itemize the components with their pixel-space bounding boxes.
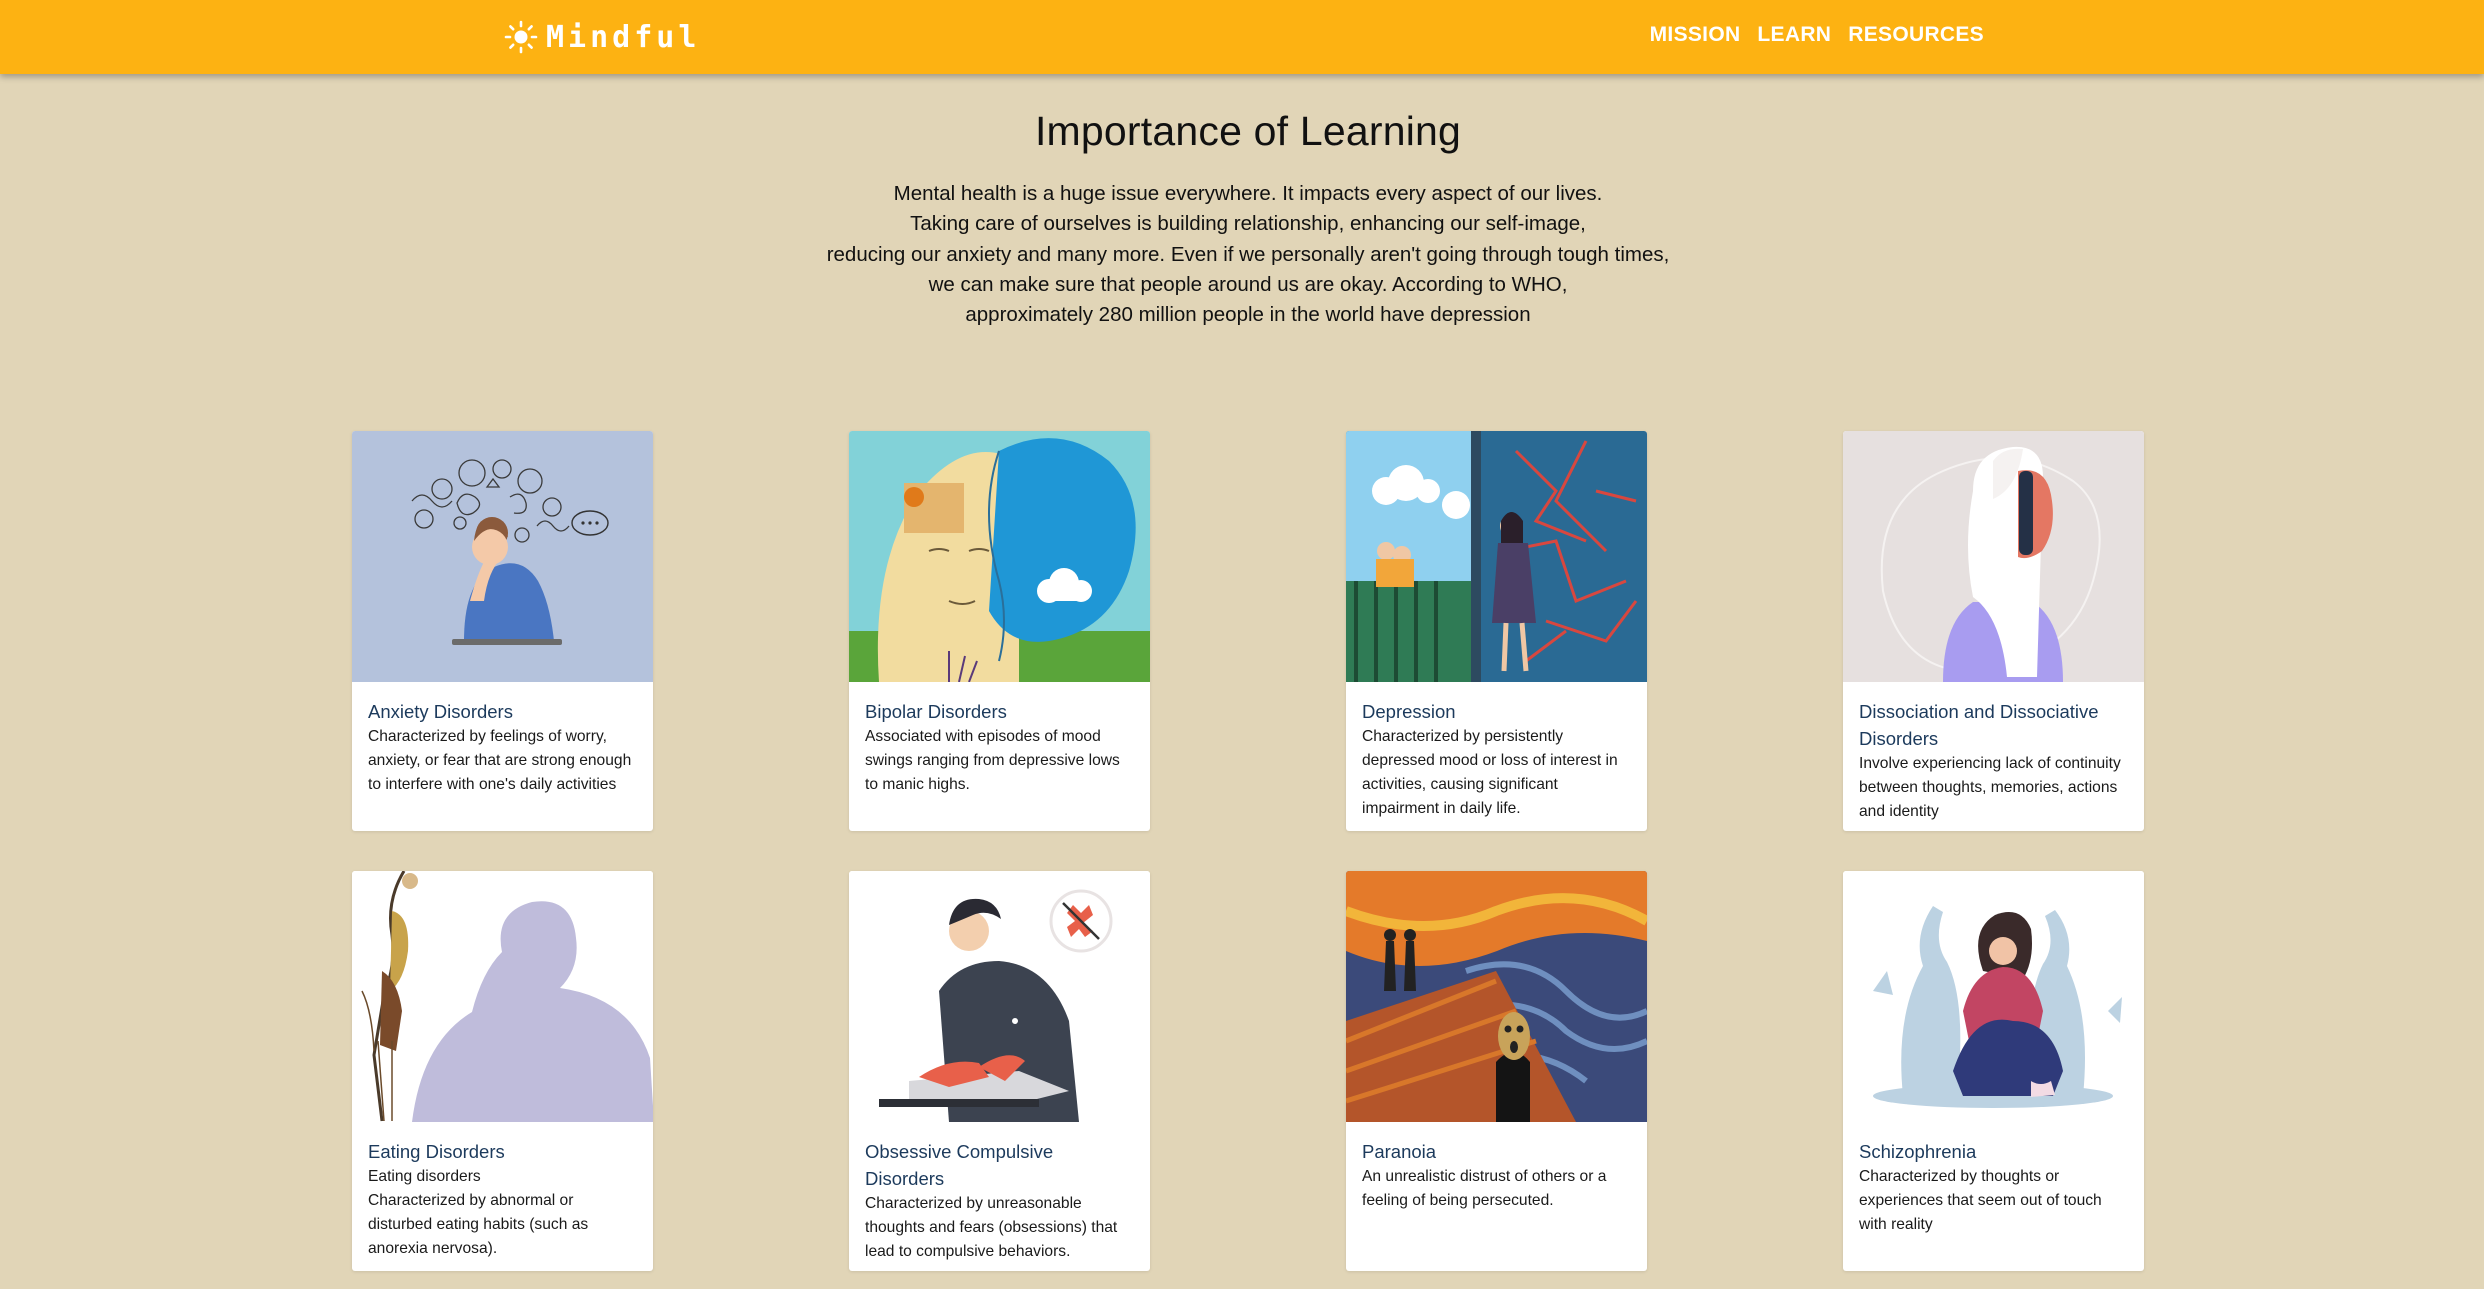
- card-description: Associated with episodes of mood swings …: [865, 728, 1120, 793]
- anxiety-illustration: [352, 431, 653, 682]
- card-description: Characterized by thoughts or experiences…: [1859, 1168, 2102, 1233]
- card-paranoia[interactable]: Paranoia An unrealistic distrust of othe…: [1346, 871, 1647, 1271]
- card-title: Anxiety Disorders: [368, 701, 513, 722]
- nav-link-learn[interactable]: LEARN: [1757, 23, 1831, 47]
- brand-name: Mindful: [546, 19, 701, 55]
- card-title: Schizophrenia: [1859, 1141, 1977, 1162]
- card-title: Obsessive Compulsive Disorders: [865, 1141, 1054, 1189]
- intro-line: approximately 280 million people in the …: [965, 303, 1531, 327]
- card-obsessive-compulsive-disorders[interactable]: Obsessive Compulsive Disorders Character…: [849, 871, 1150, 1271]
- card-title: Bipolar Disorders: [865, 701, 1007, 722]
- schizophrenia-illustration: [1843, 871, 2144, 1122]
- intro-line: we can make sure that people around us a…: [928, 272, 1568, 296]
- intro-line: Taking care of ourselves is building rel…: [910, 212, 1586, 236]
- card-description: An unrealistic distrust of others or a f…: [1362, 1168, 1607, 1209]
- card-description: Characterized by feelings of worry, anxi…: [368, 728, 632, 793]
- card-description: Characterized by persistently depressed …: [1362, 728, 1618, 817]
- intro-section: Importance of Learning Mental health is …: [0, 108, 2484, 330]
- depression-illustration: [1346, 431, 1647, 682]
- paranoia-illustration: [1346, 871, 1647, 1122]
- navbar: Mindful MISSION LEARN RESOURCES: [0, 0, 2484, 74]
- card-title: Paranoia: [1362, 1141, 1437, 1162]
- card-dissociation-disorders[interactable]: Dissociation and Dissociative Disorders …: [1843, 431, 2144, 831]
- page-title: Importance of Learning: [1034, 108, 1462, 154]
- bipolar-illustration: [849, 431, 1150, 682]
- intro-line: Mental health is a huge issue everywhere…: [893, 182, 1603, 205]
- card-bipolar-disorders[interactable]: Bipolar Disorders Associated with episod…: [849, 431, 1150, 831]
- card-anxiety-disorders[interactable]: Anxiety Disorders Characterized by feeli…: [352, 431, 653, 831]
- card-title: Dissociation and Dissociative Disorders: [1859, 701, 2099, 749]
- brand-logo-link[interactable]: Mindful: [504, 15, 700, 59]
- nav-link-resources[interactable]: RESOURCES: [1848, 23, 1984, 47]
- eating-disorders-illustration: [352, 871, 653, 1122]
- sun-icon: [504, 20, 538, 54]
- card-title: Eating Disorders: [368, 1141, 505, 1162]
- ocd-illustration: [849, 871, 1150, 1122]
- card-description: Involve experiencing lack of continuity …: [1859, 755, 2121, 820]
- intro-paragraph: Mental health is a huge issue everywhere…: [0, 179, 2484, 330]
- card-schizophrenia[interactable]: Schizophrenia Characterized by thoughts …: [1843, 871, 2144, 1271]
- card-depression[interactable]: Depression Characterized by persistently…: [1346, 431, 1647, 831]
- card-description: Eating disorders Characterized by abnorm…: [368, 1168, 589, 1257]
- dissociation-illustration: [1843, 431, 2144, 682]
- nav-links: MISSION LEARN RESOURCES: [1650, 0, 1984, 70]
- nav-link-mission[interactable]: MISSION: [1650, 23, 1741, 47]
- card-description: Characterized by unreasonable thoughts a…: [865, 1195, 1118, 1260]
- disorder-cards: Anxiety Disorders Characterized by feeli…: [352, 431, 2144, 1271]
- card-eating-disorders[interactable]: Eating Disorders Eating disorders Charac…: [352, 871, 653, 1271]
- intro-line: reducing our anxiety and many more. Even…: [826, 242, 1670, 266]
- card-title: Depression: [1362, 701, 1456, 722]
